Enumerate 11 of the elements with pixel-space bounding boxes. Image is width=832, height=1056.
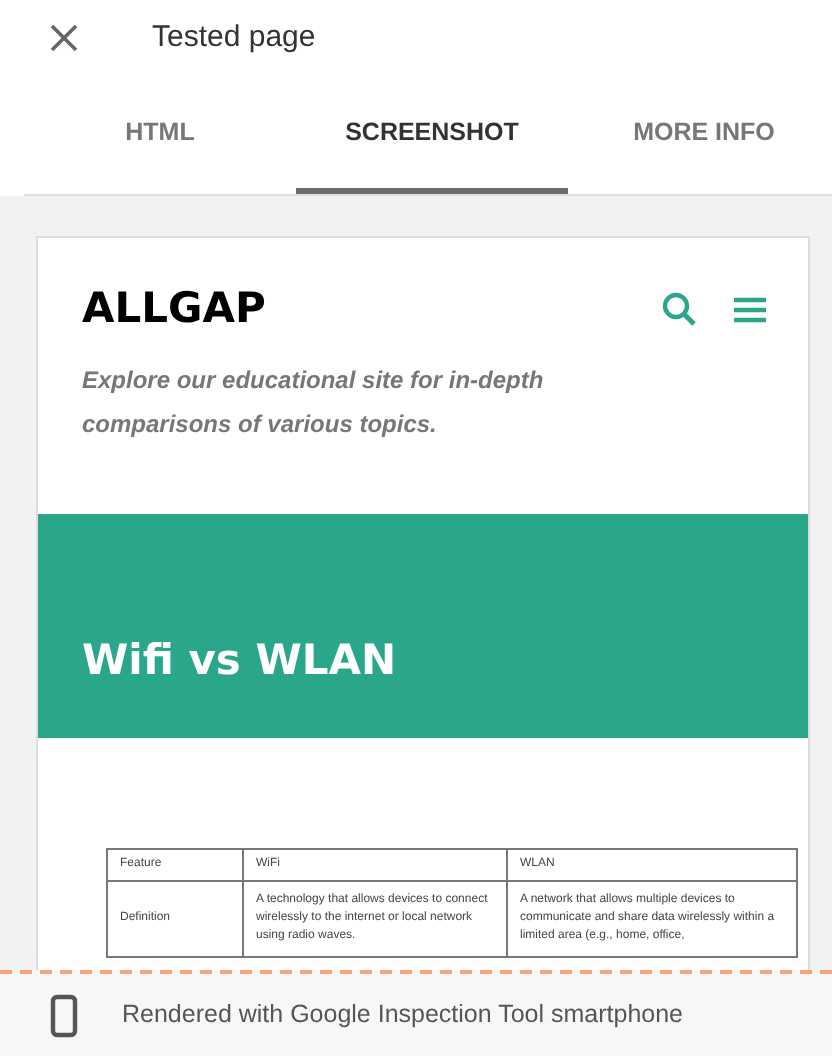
close-icon [48, 22, 80, 54]
banner-title: Wifi vs WLAN [82, 633, 397, 688]
tab[interactable]: MORE INFO [568, 76, 832, 194]
smartphone-icon [50, 993, 78, 1037]
page-title: Tested page [152, 17, 316, 58]
tab[interactable]: HTML [24, 76, 296, 194]
site-tagline: Explore our educational site for in-depth comparisons of various topics. [80, 363, 546, 441]
footer-text: Rendered with Google Inspection Tool smartphone [122, 998, 683, 1033]
site-logo: ALLGAP [82, 282, 268, 336]
search-icon[interactable] [660, 289, 700, 330]
menu-icon[interactable] [732, 295, 768, 324]
